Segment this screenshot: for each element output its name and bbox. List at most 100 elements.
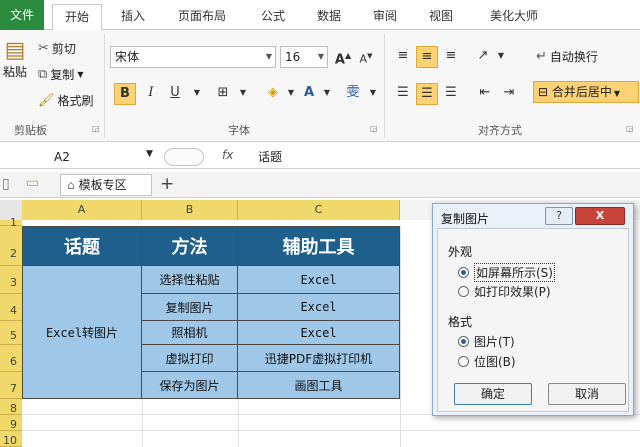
add-tab-button[interactable]: + bbox=[160, 174, 174, 194]
column-header-a[interactable]: A bbox=[22, 200, 142, 220]
tab-page-layout[interactable]: 页面布局 bbox=[164, 4, 240, 30]
copy-button[interactable]: ⧉ 复制 ▼ bbox=[38, 66, 83, 83]
fx-icon[interactable]: fx bbox=[222, 148, 233, 162]
chevron-down-icon[interactable]: ▼ bbox=[146, 149, 153, 159]
tab-data[interactable]: 数据 bbox=[306, 4, 352, 30]
radio-selected-icon bbox=[458, 267, 469, 278]
align-right-icon[interactable]: ☰ bbox=[440, 83, 462, 105]
cut-button[interactable]: ✂ 剪切 bbox=[38, 40, 76, 57]
home-icon: ⌂ bbox=[67, 178, 75, 192]
align-top-icon[interactable]: ≡ bbox=[392, 46, 414, 68]
dialog-body: 外观 如屏幕所示(S) 如打印效果(P) 格式 图片(T) 位图(B) 确定 取… bbox=[437, 228, 629, 412]
close-button[interactable]: X bbox=[575, 207, 625, 225]
template-tab[interactable]: ⌂ 模板专区 bbox=[60, 174, 152, 196]
column-header-c[interactable]: C bbox=[238, 200, 400, 220]
merged-topic-cell[interactable]: Excel转图片 bbox=[22, 266, 142, 399]
copy-icon: ⧉ bbox=[38, 67, 48, 82]
underline-button[interactable]: U bbox=[164, 83, 186, 105]
row-header[interactable]: 2 bbox=[0, 226, 22, 266]
name-box[interactable]: A2 bbox=[0, 147, 160, 167]
align-center-icon[interactable]: ☰ bbox=[416, 83, 438, 105]
paste-button[interactable]: ▤ 粘贴 bbox=[0, 38, 30, 98]
tool-cell[interactable]: Excel bbox=[238, 294, 400, 321]
chevron-down-icon[interactable]: ▼ bbox=[316, 83, 338, 105]
row-header[interactable]: 7 bbox=[0, 372, 22, 399]
tab-home[interactable]: 开始 bbox=[52, 4, 102, 31]
chevron-down-icon: ▼ bbox=[265, 52, 272, 61]
chevron-down-icon[interactable]: ▼ bbox=[362, 83, 384, 105]
radio-empty-icon bbox=[458, 356, 469, 367]
italic-button[interactable]: I bbox=[140, 83, 162, 105]
chevron-down-icon[interactable]: ▼ bbox=[490, 46, 512, 68]
method-cell[interactable]: 复制图片 bbox=[142, 294, 238, 321]
tab-insert[interactable]: 插入 bbox=[110, 4, 156, 30]
grow-font-button[interactable]: A▲ bbox=[332, 46, 354, 68]
tab-file[interactable]: 文件 bbox=[0, 0, 44, 30]
radio-as-shown-when-printed[interactable]: 如打印效果(P) bbox=[458, 283, 551, 300]
row-header[interactable]: 10 bbox=[0, 431, 22, 447]
folder-icon[interactable]: ▭ bbox=[26, 175, 39, 191]
header-cell-topic[interactable]: 话题 bbox=[22, 226, 142, 266]
row-header[interactable]: 8 bbox=[0, 399, 22, 415]
method-cell[interactable]: 照相机 bbox=[142, 321, 238, 345]
tab-view[interactable]: 视图 bbox=[418, 4, 464, 30]
font-name-select[interactable]: 宋体 ▼ bbox=[110, 46, 276, 68]
merge-center-button[interactable]: ⊟ 合并后居中 ▼ bbox=[533, 81, 639, 103]
tab-beautify[interactable]: 美化大师 bbox=[476, 4, 552, 30]
column-header-b[interactable]: B bbox=[142, 200, 238, 220]
radio-empty-icon bbox=[458, 286, 469, 297]
tab-review[interactable]: 审阅 bbox=[362, 4, 408, 30]
alignment-launcher-icon[interactable]: ◲ bbox=[626, 124, 634, 133]
shrink-font-button[interactable]: A▼ bbox=[355, 46, 377, 68]
ribbon: ▤ 粘贴 ✂ 剪切 ⧉ 复制 ▼ 🖌 格式刷 剪贴板 ◲ 宋体 ▼ 16 ▼ A▲ A▼ B… bbox=[0, 30, 640, 142]
document-icon[interactable]: ▯ bbox=[2, 176, 10, 192]
document-tab-strip: ▯ ▭ ⌂ 模板专区 + bbox=[0, 172, 640, 198]
header-cell-tool[interactable]: 辅助工具 bbox=[238, 226, 400, 266]
tool-cell[interactable]: 迅捷PDF虚拟打印机 bbox=[238, 345, 400, 372]
method-cell[interactable]: 虚拟打印 bbox=[142, 345, 238, 372]
formula-bar: A2 ▼ fx 话题 bbox=[0, 145, 640, 169]
wrap-text-button[interactable]: ↵ 自动换行 bbox=[536, 48, 598, 65]
row-header[interactable]: 3 bbox=[0, 266, 22, 294]
row-header[interactable]: 9 bbox=[0, 415, 22, 431]
radio-picture[interactable]: 图片(T) bbox=[458, 333, 515, 350]
align-middle-icon[interactable]: ≡ bbox=[416, 46, 438, 68]
help-button[interactable]: ? bbox=[545, 207, 573, 225]
dialog-title: 复制图片 bbox=[441, 212, 490, 226]
paintbrush-icon: 🖌 bbox=[38, 93, 55, 108]
header-cell-method[interactable]: 方法 bbox=[142, 226, 238, 266]
clipboard-group-label: 剪贴板 bbox=[14, 124, 47, 137]
method-cell[interactable]: 保存为图片 bbox=[142, 372, 238, 399]
tool-cell[interactable]: Excel bbox=[238, 266, 400, 294]
chevron-down-icon[interactable]: ▼ bbox=[232, 83, 254, 105]
font-size-select[interactable]: 16 ▼ bbox=[280, 46, 328, 68]
formula-input[interactable]: 话题 bbox=[258, 148, 282, 165]
cancel-button[interactable]: 取消 bbox=[548, 383, 626, 405]
row-header[interactable]: 5 bbox=[0, 321, 22, 345]
row-header[interactable]: 4 bbox=[0, 294, 22, 321]
row-header[interactable]: 6 bbox=[0, 345, 22, 372]
phonetic-guide-button[interactable]: 雯 bbox=[342, 83, 364, 105]
tool-cell[interactable]: 画图工具 bbox=[238, 372, 400, 399]
decrease-indent-icon[interactable]: ⇤ bbox=[474, 83, 496, 105]
grid-line bbox=[400, 226, 401, 447]
chevron-down-icon: ▼ bbox=[613, 89, 621, 98]
align-bottom-icon[interactable]: ≡ bbox=[440, 46, 462, 68]
borders-icon[interactable]: ⊞ bbox=[212, 83, 234, 105]
radio-bitmap[interactable]: 位图(B) bbox=[458, 353, 516, 370]
grid-line bbox=[22, 430, 640, 431]
format-painter-button[interactable]: 🖌 格式刷 bbox=[38, 92, 94, 109]
excel-window: 文件 开始 插入 页面布局 公式 数据 审阅 视图 美化大师 ▤ 粘贴 ✂ 剪切 … bbox=[0, 0, 640, 447]
font-launcher-icon[interactable]: ◲ bbox=[370, 124, 378, 133]
chevron-down-icon[interactable]: ▼ bbox=[186, 83, 208, 105]
grid-line bbox=[142, 399, 143, 447]
align-left-icon[interactable]: ☰ bbox=[392, 83, 414, 105]
clipboard-launcher-icon[interactable]: ◲ bbox=[92, 124, 100, 133]
method-cell[interactable]: 选择性粘贴 bbox=[142, 266, 238, 294]
bold-button[interactable]: B bbox=[114, 83, 136, 105]
radio-as-shown-on-screen[interactable]: 如屏幕所示(S) bbox=[458, 263, 555, 282]
tool-cell[interactable]: Excel bbox=[238, 321, 400, 345]
increase-indent-icon[interactable]: ⇥ bbox=[498, 83, 520, 105]
tab-formulas[interactable]: 公式 bbox=[250, 4, 296, 30]
ok-button[interactable]: 确定 bbox=[454, 383, 532, 405]
